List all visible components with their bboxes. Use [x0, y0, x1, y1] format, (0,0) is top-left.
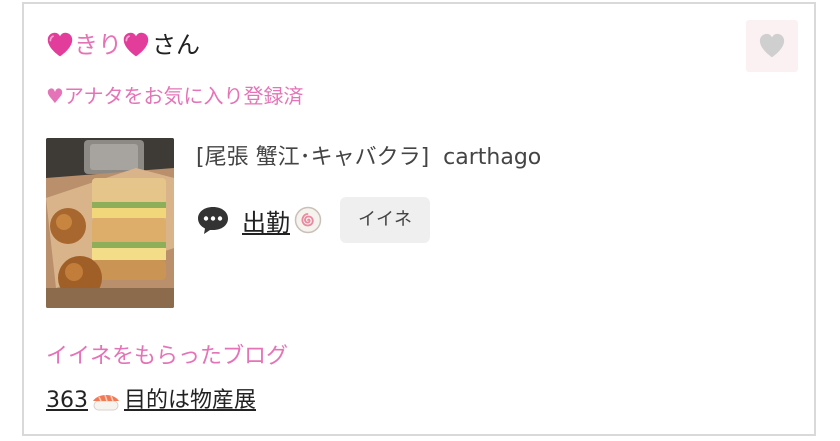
shop-info: [尾張 蟹江･キャバクラ] carthago: [196, 142, 541, 174]
post-title: 出勤: [242, 208, 290, 237]
user-card: きり さん ♥アナタをお気に入り登録済 [尾張 蟹江･キャバクラ] cartha…: [22, 2, 816, 436]
favorite-button[interactable]: [746, 20, 798, 72]
sandwich-photo: [46, 138, 174, 308]
post-thumbnail[interactable]: [46, 138, 174, 308]
user-name[interactable]: きり: [74, 28, 122, 62]
liked-blog-heading: イイネをもらったブログ: [46, 344, 289, 369]
user-name-line: きり さん: [46, 28, 200, 62]
speech-bubble-icon: [198, 207, 228, 234]
sushi-icon: [93, 394, 119, 411]
like-button[interactable]: イイネ: [340, 197, 430, 243]
pink-heart-icon: [47, 32, 73, 57]
blog-link-text: 目的は物産展: [124, 388, 257, 413]
user-name-suffix: さん: [152, 31, 200, 59]
narutomaki-icon: [294, 206, 322, 234]
shop-name[interactable]: carthago: [443, 145, 541, 170]
liked-blog-link[interactable]: 363 目的は物産展: [46, 386, 256, 416]
heart-icon: [759, 33, 785, 58]
post-title-link[interactable]: 出勤: [242, 203, 322, 238]
shop-area: [尾張 蟹江･キャバクラ]: [196, 145, 430, 170]
pink-heart-icon: [123, 32, 149, 57]
post-row: 出勤 イイネ: [196, 196, 430, 244]
favorite-status-text: ♥アナタをお気に入り登録済: [46, 84, 304, 108]
blog-link-number: 363: [46, 388, 88, 413]
